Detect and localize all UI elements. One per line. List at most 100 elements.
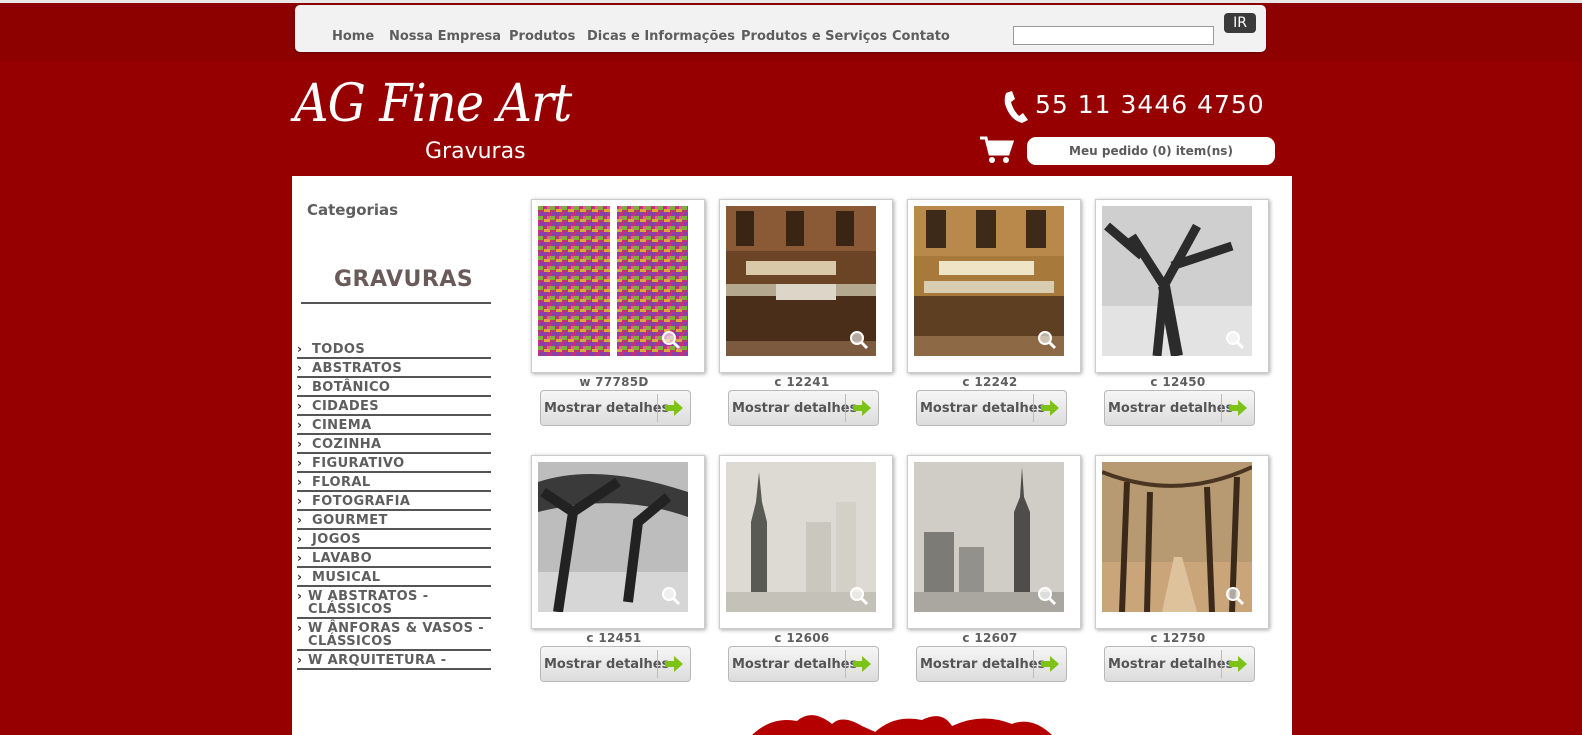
category-item[interactable]: › COZINHA [297,435,491,454]
show-details-button[interactable]: Mostrar detalhes [1104,646,1255,682]
category-item[interactable]: › GOURMET [297,511,491,530]
details-label: Mostrar detalhes [544,657,670,672]
show-details-button[interactable]: Mostrar detalhes [728,646,879,682]
heading-divider [301,302,491,304]
cart-icon[interactable] [980,136,1014,164]
show-details-button[interactable]: Mostrar detalhes [916,646,1067,682]
product-image-frame[interactable] [1095,455,1269,629]
category-item[interactable]: › W ÂNFORAS & VASOS - CLÁSSICOS [297,619,491,651]
arrow-right-icon [853,656,871,672]
order-summary-button[interactable]: Meu pedido (0) item(ns) [1027,137,1275,165]
category-label: MUSICAL [312,570,381,585]
category-label: FOTOGRAFIA [312,494,411,509]
button-divider [1033,394,1034,422]
chevron-right-icon: › [297,456,303,470]
product-image[interactable] [914,206,1064,356]
zoom-icon[interactable] [849,330,869,350]
chevron-right-icon: › [297,494,303,508]
category-item[interactable]: › W ABSTRATOS - CLÁSSICOS [297,587,491,619]
logo-text[interactable]: AG Fine Art [294,74,572,134]
details-label: Mostrar detalhes [1108,657,1234,672]
category-item[interactable]: › LAVABO [297,549,491,568]
button-divider [657,394,658,422]
show-details-button[interactable]: Mostrar detalhes [540,646,691,682]
button-divider [845,394,846,422]
category-item[interactable]: › JOGOS [297,530,491,549]
product-image[interactable] [726,206,876,356]
category-item[interactable]: › FIGURATIVO [297,454,491,473]
category-label: JOGOS [312,532,361,547]
category-item[interactable]: › FOTOGRAFIA [297,492,491,511]
search-button[interactable]: IR [1224,13,1256,33]
arrow-right-icon [1041,400,1059,416]
product-card: c 12606 Mostrar detalhes [719,455,893,682]
category-item[interactable]: › ABSTRATOS [297,359,491,378]
button-divider [657,650,658,678]
category-label: W ÂNFORAS & VASOS - CLÁSSICOS [308,621,485,649]
category-item[interactable]: › CIDADES [297,397,491,416]
nav-home[interactable]: Home [332,29,374,44]
zoom-icon[interactable] [1225,330,1245,350]
product-image[interactable] [914,462,1064,612]
chevron-right-icon: › [297,513,303,527]
product-image-frame[interactable] [531,455,705,629]
product-image[interactable] [538,206,688,356]
button-divider [1221,650,1222,678]
nav-produtos-servicos[interactable]: Produtos e Serviços [741,29,887,44]
product-code: c 12242 [962,375,1018,389]
product-code: c 12750 [1150,631,1206,645]
category-item[interactable]: › W ARQUITETURA - [297,651,491,670]
category-item[interactable]: › BOTÂNICO [297,378,491,397]
product-image-frame[interactable] [531,199,705,373]
product-image-frame[interactable] [907,199,1081,373]
product-image[interactable] [1102,462,1252,612]
product-code: c 12450 [1150,375,1206,389]
product-image-frame[interactable] [1095,199,1269,373]
nav-dicas[interactable]: Dicas e Informações [587,29,735,44]
category-label: W ARQUITETURA - [308,653,447,668]
main-nav: Home Nossa Empresa Produtos Dicas e Info… [295,5,1266,52]
zoom-icon[interactable] [1225,586,1245,606]
nav-nossa-empresa[interactable]: Nossa Empresa [389,29,501,44]
show-details-button[interactable]: Mostrar detalhes [728,390,879,426]
category-label: COZINHA [312,437,382,452]
show-details-button[interactable]: Mostrar detalhes [540,390,691,426]
category-item[interactable]: › FLORAL [297,473,491,492]
product-card: w 77785D Mostrar detalhes [531,199,705,426]
arrow-right-icon [665,656,683,672]
chevron-right-icon: › [297,361,303,375]
product-image-frame[interactable] [907,455,1081,629]
product-image-frame[interactable] [719,455,893,629]
details-label: Mostrar detalhes [920,401,1046,416]
arrow-right-icon [1229,400,1247,416]
zoom-icon[interactable] [661,330,681,350]
main-content: Categorias GRAVURAS › TODOS › ABSTRATOS › B… [292,176,1292,735]
product-image[interactable] [726,462,876,612]
arrow-right-icon [853,400,871,416]
product-image[interactable] [538,462,688,612]
button-divider [1221,394,1222,422]
nav-produtos[interactable]: Produtos [509,29,575,44]
zoom-icon[interactable] [661,586,681,606]
show-details-button[interactable]: Mostrar detalhes [1104,390,1255,426]
category-item[interactable]: › MUSICAL [297,568,491,587]
product-image[interactable] [1102,206,1252,356]
zoom-icon[interactable] [849,586,869,606]
show-details-button[interactable]: Mostrar detalhes [916,390,1067,426]
arrow-right-icon [1041,656,1059,672]
category-item[interactable]: › CINEMA [297,416,491,435]
zoom-icon[interactable] [1037,330,1057,350]
button-divider [845,650,846,678]
category-label: GOURMET [312,513,388,528]
category-label: W ABSTRATOS - CLÁSSICOS [308,589,429,617]
zoom-icon[interactable] [1037,586,1057,606]
product-image-frame[interactable] [719,199,893,373]
details-label: Mostrar detalhes [732,657,858,672]
search-input[interactable] [1013,26,1214,45]
product-code: w 77785D [579,375,649,389]
chevron-right-icon: › [297,532,303,546]
category-item[interactable]: › TODOS [297,340,491,359]
nav-contato[interactable]: Contato [892,29,950,44]
phone-number: 55 11 3446 4750 [1035,90,1265,119]
details-label: Mostrar detalhes [920,657,1046,672]
